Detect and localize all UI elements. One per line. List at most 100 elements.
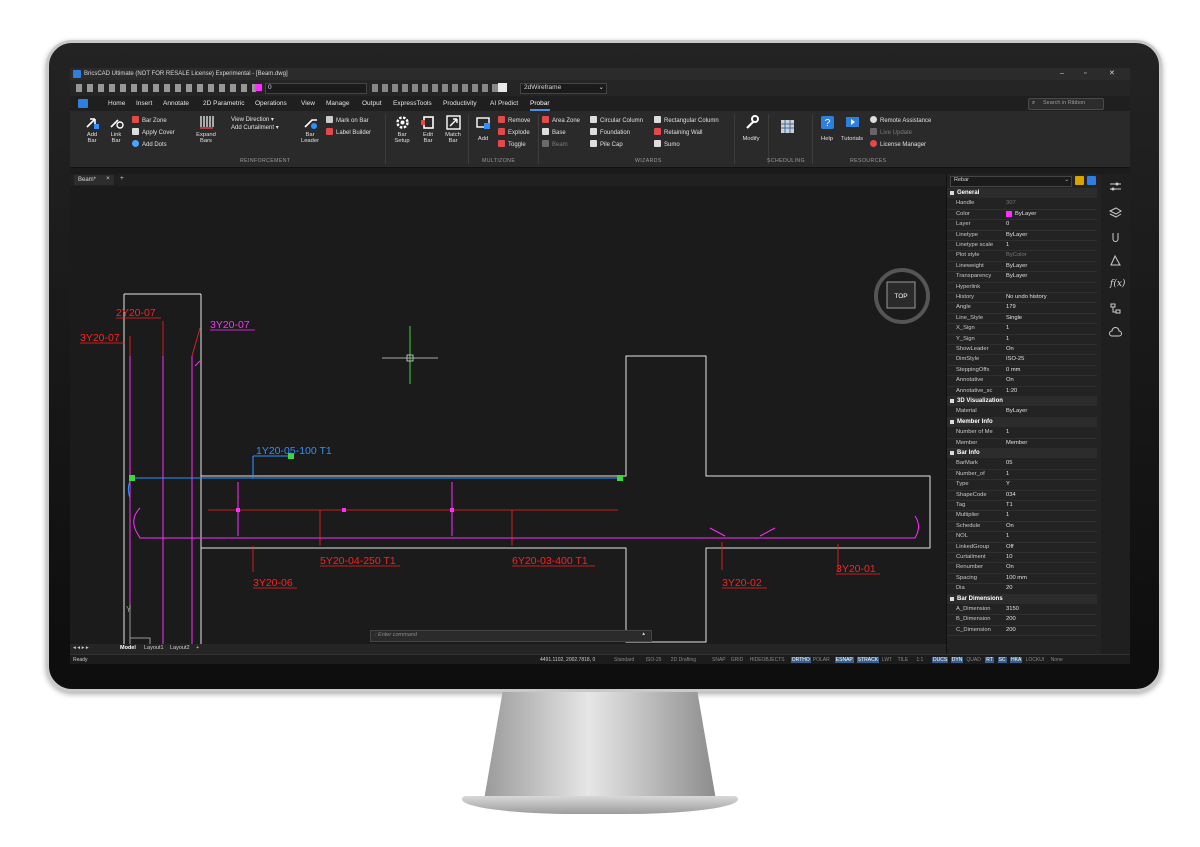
live-update-button[interactable]: Live Update: [870, 128, 912, 136]
menu-insert[interactable]: Insert: [136, 100, 152, 107]
multizone-add-button[interactable]: Add: [472, 115, 494, 142]
status-toggle[interactable]: GRID: [731, 657, 744, 663]
status-toggle[interactable]: SC: [997, 657, 1007, 663]
collapse-icon[interactable]: [950, 419, 954, 424]
drawing-canvas[interactable]: TOP W X Y 2Y20-07 3Y20-07 3Y20-07 1Y20-0…: [70, 186, 946, 644]
bar-setup-button[interactable]: Bar Setup: [388, 115, 416, 144]
command-line[interactable]: : Enter command ▴: [370, 630, 652, 642]
collapse-icon[interactable]: [950, 399, 954, 403]
status-toggle[interactable]: DUCS: [932, 657, 949, 663]
status-toggle[interactable]: DYN: [950, 657, 964, 663]
property-category[interactable]: General: [947, 188, 1097, 199]
layout-nav-arrows[interactable]: ◂ ◂ ▸ ▸: [73, 645, 89, 652]
status-toggle[interactable]: ISO-25: [646, 657, 662, 663]
status-toggle[interactable]: POLAR: [813, 657, 830, 663]
license-manager-button[interactable]: License Manager: [870, 140, 926, 148]
beam-button[interactable]: Beam: [542, 140, 568, 148]
rebar-label[interactable]: 5Y20-04-250 T1: [320, 555, 396, 567]
match-bar-button[interactable]: Match Bar: [440, 115, 466, 144]
status-toggle[interactable]: LWT: [882, 657, 892, 663]
status-toggle[interactable]: STRACK: [856, 657, 880, 663]
toggle-button[interactable]: Toggle: [498, 140, 526, 148]
rebar-label[interactable]: 1Y20-05-100 T1: [256, 445, 332, 457]
ribbon-search-box[interactable]: ⌕ Search in Ribbon: [1028, 98, 1104, 110]
visual-style-dropdown[interactable]: 2dWireframe ⌄: [520, 83, 607, 94]
pile-cap-button[interactable]: Pile Cap: [590, 140, 623, 148]
retaining-wall-button[interactable]: Retaining Wall: [654, 128, 702, 136]
bar-zone-button[interactable]: Bar Zone: [132, 116, 167, 124]
status-toggle[interactable]: None: [1051, 657, 1063, 663]
menu-expresstools[interactable]: ExpressTools: [393, 100, 432, 107]
collapse-icon[interactable]: [950, 451, 954, 455]
cloud-icon[interactable]: [1109, 326, 1122, 339]
toolbar-icons[interactable]: [372, 84, 502, 92]
rebar-label[interactable]: 2Y20-07: [116, 307, 156, 319]
property-category[interactable]: 3D Visualization: [947, 396, 1097, 407]
formula-icon[interactable]: f(x): [1110, 279, 1125, 289]
rebar-label[interactable]: 3Y20-07: [210, 319, 250, 331]
rebar-label[interactable]: 3Y20-02: [722, 577, 762, 589]
menu-operations[interactable]: Operations: [255, 100, 287, 107]
status-toggle[interactable]: HIDEOBJECTS: [750, 657, 785, 663]
circular-column-button[interactable]: Circular Column: [590, 116, 643, 124]
status-toggle[interactable]: TILE: [898, 657, 909, 663]
rectangular-column-button[interactable]: Rectangular Column: [654, 116, 719, 124]
qat-icons[interactable]: [76, 84, 256, 92]
edit-bar-button[interactable]: Edit Bar: [416, 115, 440, 144]
collapse-icon[interactable]: [950, 191, 954, 195]
rebar-label[interactable]: 3Y20-01: [836, 563, 876, 575]
select-objects-icon[interactable]: [1087, 176, 1096, 185]
menu-ai-predict[interactable]: AI Predict: [490, 100, 518, 107]
foundation-button[interactable]: Foundation: [590, 128, 630, 136]
mark-on-bar-button[interactable]: Mark on Bar: [326, 116, 369, 124]
tab-model[interactable]: Model: [120, 645, 136, 652]
menu-home[interactable]: Home: [108, 100, 125, 107]
minimize-button[interactable]: –: [1060, 70, 1064, 77]
attachment-icon[interactable]: [1109, 230, 1122, 243]
status-toggle[interactable]: LOCKUI: [1026, 657, 1045, 663]
viewcube-label[interactable]: TOP: [894, 293, 907, 300]
apply-cover-button[interactable]: Apply Cover: [132, 128, 175, 136]
expand-bars-button[interactable]: Expand Bars: [190, 115, 222, 144]
add-dots-button[interactable]: Add Dots: [132, 140, 167, 148]
status-toggle[interactable]: ESNAP: [834, 657, 854, 663]
structure-tree-icon[interactable]: [1109, 302, 1122, 315]
drawing-explorer-icon[interactable]: [1109, 254, 1122, 267]
status-toggle[interactable]: Standard: [614, 657, 634, 663]
chevron-up-icon[interactable]: ▴: [642, 631, 645, 638]
rebar-label[interactable]: 3Y20-07: [80, 332, 120, 344]
status-toggle[interactable]: RT: [985, 657, 994, 663]
link-bar-button[interactable]: Link Bar: [104, 115, 128, 144]
quick-select-icon[interactable]: [1075, 176, 1084, 185]
view-direction-dropdown[interactable]: View Direction ▾: [231, 116, 274, 123]
collapse-icon[interactable]: [950, 596, 954, 601]
add-layout-button[interactable]: +: [196, 645, 199, 652]
status-toggle[interactable]: HKA: [1010, 657, 1023, 663]
status-toggle[interactable]: 1:1: [916, 657, 923, 663]
property-category[interactable]: Bar Dimensions: [947, 593, 1097, 604]
menu-view[interactable]: View: [301, 100, 315, 107]
base-button[interactable]: Base: [542, 128, 566, 136]
tutorials-button[interactable]: Tutorials: [838, 115, 866, 142]
tab-layout2[interactable]: Layout2: [170, 645, 190, 652]
menu-manage[interactable]: Manage: [326, 100, 350, 107]
menu-productivity[interactable]: Productivity: [443, 100, 477, 107]
new-tab-button[interactable]: +: [120, 175, 124, 183]
menu-probar[interactable]: Probar: [530, 100, 550, 111]
tab-layout1[interactable]: Layout1: [144, 645, 164, 652]
property-category[interactable]: Bar Info: [947, 448, 1097, 459]
add-curtailment-dropdown[interactable]: Add Curtailment ▾: [231, 124, 279, 131]
layers-icon[interactable]: [1109, 206, 1122, 219]
menu-output[interactable]: Output: [362, 100, 382, 107]
app-menu-button[interactable]: [78, 99, 88, 108]
add-bar-button[interactable]: Add Bar: [78, 115, 106, 144]
modify-button[interactable]: Modify: [738, 115, 764, 142]
property-row[interactable]: C_Dimension 200: [947, 625, 1097, 637]
status-toggle[interactable]: 2D Drafting: [671, 657, 696, 663]
remote-assistance-button[interactable]: Remote Assistance: [870, 116, 931, 124]
menu-2d-parametric[interactable]: 2D Parametric: [203, 100, 245, 107]
menu-annotate[interactable]: Annotate: [163, 100, 189, 107]
layer-dropdown[interactable]: 0: [265, 83, 367, 94]
status-toggle[interactable]: SNAP: [712, 657, 726, 663]
help-button[interactable]: ? Help: [816, 115, 838, 142]
